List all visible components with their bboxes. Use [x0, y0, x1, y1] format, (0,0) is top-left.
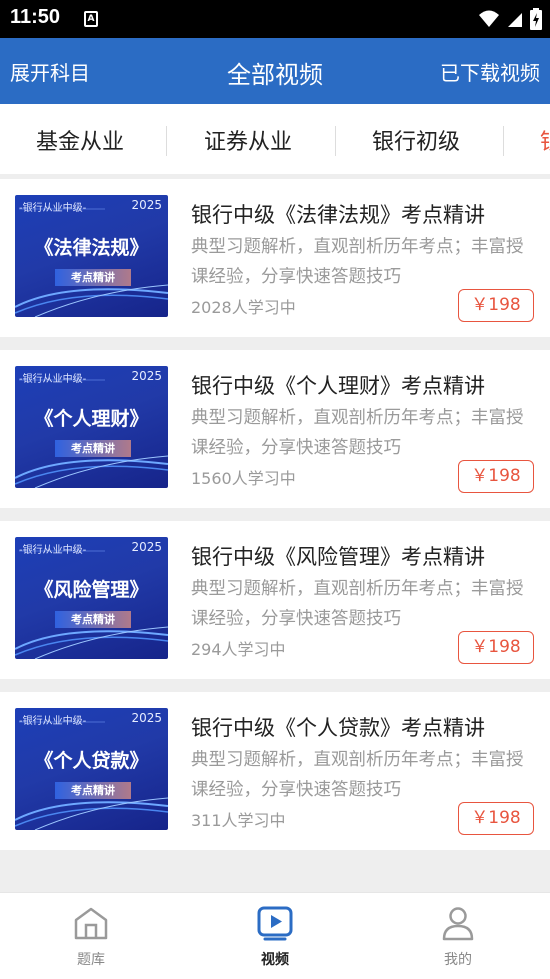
tab-divider: [166, 126, 167, 156]
thumb-badge: 考点精讲: [55, 440, 131, 457]
course-thumbnail: -银行从业中级- 2025 《法律法规》 考点精讲: [15, 195, 168, 317]
tab-divider: [335, 126, 336, 156]
course-thumbnail: -银行从业中级- 2025 《个人理财》 考点精讲: [15, 366, 168, 488]
course-thumbnail: -银行从业中级- 2025 《风险管理》 考点精讲: [15, 537, 168, 659]
thumb-title: 《个人理财》: [34, 408, 149, 430]
tab-securities[interactable]: 证券从业: [204, 124, 292, 156]
signal-icon: [508, 13, 522, 27]
tab-fund[interactable]: 基金从业: [36, 124, 124, 156]
nav-label: 我的: [444, 952, 472, 968]
learner-count: 2028人学习中: [191, 298, 296, 317]
status-icons: [478, 8, 542, 30]
app-bar: 展开科目 全部视频 已下载视频: [0, 38, 550, 104]
thumb-badge: 考点精讲: [55, 611, 131, 628]
nav-label: 视频: [261, 952, 289, 968]
thumb-title: 《风险管理》: [34, 579, 149, 601]
battery-icon: [530, 8, 542, 30]
downloaded-videos-button[interactable]: 已下载视频: [440, 57, 540, 86]
course-thumbnail: -银行从业中级- 2025 《个人贷款》 考点精讲: [15, 708, 168, 830]
course-description: 典型习题解析，直观剖析历年考点；丰富授课经验，分享快速答题技巧: [191, 408, 524, 458]
wifi-icon: [479, 10, 499, 27]
price-button[interactable]: ￥198: [458, 802, 534, 835]
course-title: 银行中级《法律法规》考点精讲: [191, 203, 485, 227]
nav-item-video[interactable]: 视频: [215, 893, 335, 979]
thumb-title: 《法律法规》: [34, 237, 149, 259]
nav-item-mine[interactable]: 我的: [398, 893, 518, 979]
thumb-year: 2025: [131, 711, 162, 725]
thumb-subtitle: -银行从业中级-: [19, 716, 87, 727]
learner-count: 311人学习中: [191, 811, 286, 830]
thumb-year: 2025: [131, 198, 162, 212]
bottom-nav: 题库 视频 我的: [0, 892, 550, 979]
tab-divider: [503, 126, 504, 156]
status-bar: 11:50 A: [0, 0, 550, 38]
thumb-badge: 考点精讲: [55, 782, 131, 799]
thumb-subtitle: -银行从业中级-: [19, 545, 87, 556]
price-button[interactable]: ￥198: [458, 631, 534, 664]
course-description: 典型习题解析，直观剖析历年考点；丰富授课经验，分享快速答题技巧: [191, 237, 524, 287]
tab-partial[interactable]: 银: [540, 124, 550, 156]
course-description: 典型习题解析，直观剖析历年考点；丰富授课经验，分享快速答题技巧: [191, 750, 524, 800]
learner-count: 1560人学习中: [191, 469, 296, 488]
learner-count: 294人学习中: [191, 640, 286, 659]
course-title: 银行中级《个人理财》考点精讲: [191, 374, 485, 398]
course-card[interactable]: -银行从业中级- 2025 《风险管理》 考点精讲 银行中级《风险管理》考点精讲…: [0, 521, 550, 679]
category-tabs: 基金从业 证券从业 银行初级 银: [0, 104, 550, 174]
thumb-title: 《个人贷款》: [34, 750, 149, 772]
thumb-badge: 考点精讲: [55, 269, 131, 286]
tab-bank-junior[interactable]: 银行初级: [372, 124, 460, 156]
nav-item-question-bank[interactable]: 题库: [31, 893, 151, 979]
thumb-year: 2025: [131, 540, 162, 554]
course-title: 银行中级《个人贷款》考点精讲: [191, 716, 485, 740]
course-card[interactable]: -银行从业中级- 2025 《个人理财》 考点精讲 银行中级《个人理财》考点精讲…: [0, 350, 550, 508]
thumb-year: 2025: [131, 369, 162, 383]
course-card[interactable]: -银行从业中级- 2025 《个人贷款》 考点精讲 银行中级《个人贷款》考点精讲…: [0, 692, 550, 850]
person-icon: [442, 907, 474, 941]
course-card[interactable]: -银行从业中级- 2025 《法律法规》 考点精讲 银行中级《法律法规》考点精讲…: [0, 179, 550, 337]
price-button[interactable]: ￥198: [458, 289, 534, 322]
nav-label: 题库: [77, 952, 105, 968]
course-title: 银行中级《风险管理》考点精讲: [191, 545, 485, 569]
video-play-icon: [257, 906, 293, 941]
house-icon: [74, 907, 108, 940]
price-button[interactable]: ￥198: [458, 460, 534, 493]
thumb-subtitle: -银行从业中级-: [19, 203, 87, 214]
notification-icon: A: [84, 11, 98, 27]
course-description: 典型习题解析，直观剖析历年考点；丰富授课经验，分享快速答题技巧: [191, 579, 524, 629]
thumb-subtitle: -银行从业中级-: [19, 374, 87, 385]
status-time: 11:50: [10, 6, 61, 28]
